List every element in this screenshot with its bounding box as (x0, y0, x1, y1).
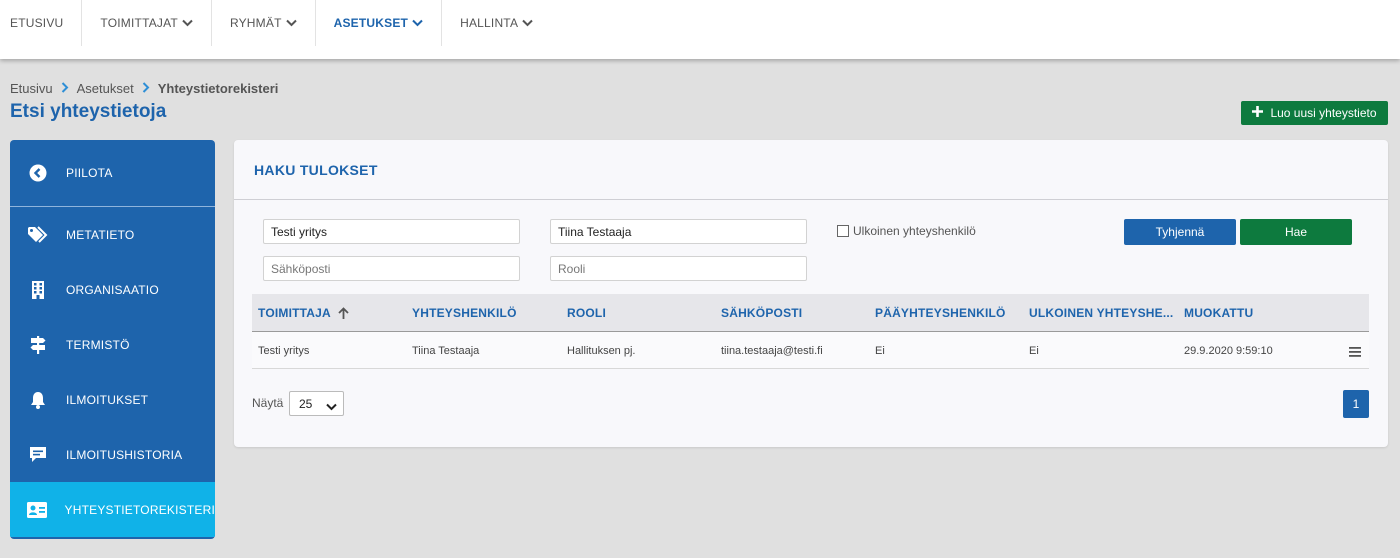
sidebar-item-termisto[interactable]: TERMISTÖ (10, 317, 215, 372)
contact-person-input[interactable] (550, 219, 807, 244)
sidebar-item-label: ILMOITUKSET (66, 392, 149, 407)
breadcrumb-item-etusivu[interactable]: Etusivu (10, 81, 53, 96)
email-input[interactable] (263, 256, 520, 281)
table-header: TOIMITTAJA YHTEYSHENKILÖ ROOLI SÄHKÖPOST… (252, 294, 1369, 332)
column-header-paayhteyshenkilo[interactable]: PÄÄYHTEYSHENKILÖ (875, 294, 1006, 332)
column-header-sahkoposti[interactable]: SÄHKÖPOSTI (721, 294, 802, 332)
page-button-current[interactable]: 1 (1343, 390, 1369, 418)
external-contact-label: Ulkoinen yhteyshenkilö (853, 224, 976, 238)
nav-item-label: ASETUKSET (333, 16, 409, 30)
cell-modified: 29.9.2020 9:59:10 (1184, 344, 1273, 357)
chevron-right-icon (142, 80, 150, 96)
tags-icon (27, 224, 49, 246)
sidebar-item-label: TERMISTÖ (66, 337, 130, 352)
cell-external: Ei (1029, 344, 1039, 357)
nav-item-etusivu[interactable]: ETUSIVU (0, 0, 83, 46)
column-header-muokattu[interactable]: MUOKATTU (1184, 294, 1253, 332)
sort-ascending-icon (338, 307, 349, 319)
search-button[interactable]: Hae (1240, 219, 1352, 245)
breadcrumb-item-current: Yhteystietorekisteri (157, 80, 279, 96)
chevron-down-icon (412, 19, 423, 27)
bell-icon (27, 389, 49, 411)
external-contact-filter[interactable]: Ulkoinen yhteyshenkilö (837, 224, 976, 238)
chevron-down-icon (326, 400, 337, 414)
plus-icon (1252, 105, 1264, 121)
column-header-yhteyshenkilo[interactable]: YHTEYSHENKILÖ (412, 294, 517, 332)
contact-card-icon (27, 499, 48, 521)
nav-item-label: TOIMITTAJAT (100, 16, 178, 30)
sidebar-item-label: ORGANISAATIO (66, 282, 159, 297)
top-navigation: ETUSIVU TOIMITTAJAT RYHMÄT ASETUKSET HAL… (0, 0, 1400, 59)
column-header-ulkoinen[interactable]: ULKOINEN YHTEYSHE... (1029, 294, 1173, 332)
breadcrumb: Etusivu Asetukset Yhteystietorekisteri (10, 80, 278, 96)
message-icon (27, 444, 49, 466)
create-contact-label: Luo uusi yhteystieto (1270, 106, 1377, 120)
cell-supplier: Testi yritys (258, 344, 310, 357)
breadcrumb-item-asetukset[interactable]: Asetukset (77, 81, 134, 96)
chevron-left-circle-icon (27, 162, 49, 184)
external-contact-checkbox[interactable] (837, 225, 849, 237)
create-contact-button[interactable]: Luo uusi yhteystieto (1241, 101, 1388, 125)
nav-item-ryhmat[interactable]: RYHMÄT (212, 0, 316, 46)
sidebar-item-label: ILMOITUSHISTORIA (66, 447, 183, 462)
sidebar-item-label: PIILOTA (66, 166, 113, 180)
search-results-panel: HAKU TULOKSET Ulkoinen yhteyshenkilö Tyh… (234, 140, 1388, 447)
column-header-rooli[interactable]: ROOLI (567, 294, 606, 332)
page-size-select[interactable]: 25 (289, 391, 344, 416)
column-header-toimittaja[interactable]: TOIMITTAJA (258, 294, 349, 332)
page-size-value: 25 (299, 396, 313, 411)
sidebar-item-label: YHTEYSTIETOREKISTERI (64, 502, 215, 517)
hamburger-menu-icon[interactable] (1349, 345, 1361, 357)
nav-item-label: ETUSIVU (10, 16, 64, 30)
chevron-down-icon (182, 19, 193, 27)
sidebar-item-metatieto[interactable]: METATIETO (10, 207, 215, 262)
sidebar-item-piilota[interactable]: PIILOTA (10, 140, 215, 207)
building-icon (27, 279, 49, 301)
cell-email: tiina.testaaja@testi.fi (721, 344, 823, 357)
nav-item-label: HALLINTA (460, 16, 519, 30)
chevron-down-icon (285, 19, 297, 27)
sidebar-item-label: METATIETO (66, 227, 135, 242)
sidebar-item-organisaatio[interactable]: ORGANISAATIO (10, 262, 215, 317)
page-title: Etsi yhteystietoja (10, 101, 167, 122)
sidebar-item-ilmoitukset[interactable]: ILMOITUKSET (10, 372, 215, 427)
sidebar: PIILOTA METATIETO ORGANISAATIO TERMISTÖ … (10, 140, 215, 539)
column-header-label: TOIMITTAJA (258, 306, 331, 320)
nav-item-hallinta[interactable]: HALLINTA (442, 0, 551, 46)
table-row[interactable]: Testi yritys Tiina Testaaja Hallituksen … (252, 332, 1369, 369)
clear-button[interactable]: Tyhjennä (1124, 219, 1236, 245)
role-input[interactable] (550, 256, 807, 281)
cell-main-contact: Ei (875, 344, 885, 357)
chevron-down-icon (522, 19, 533, 27)
chevron-right-icon (61, 80, 69, 96)
panel-title: HAKU TULOKSET (234, 140, 1388, 200)
nav-item-toimittajat[interactable]: TOIMITTAJAT (82, 0, 212, 46)
cell-role: Hallituksen pj. (567, 344, 636, 357)
supplier-input[interactable] (263, 219, 520, 244)
cell-contact-person: Tiina Testaaja (412, 344, 480, 357)
signpost-icon (27, 334, 49, 356)
page-size-label: Näytä (252, 396, 284, 410)
sidebar-item-ilmoitushistoria[interactable]: ILMOITUSHISTORIA (10, 427, 215, 482)
sidebar-item-yhteystietorekisteri[interactable]: YHTEYSTIETOREKISTERI (10, 482, 215, 537)
nav-item-asetukset[interactable]: ASETUKSET (316, 0, 443, 46)
nav-item-label: RYHMÄT (229, 16, 282, 30)
